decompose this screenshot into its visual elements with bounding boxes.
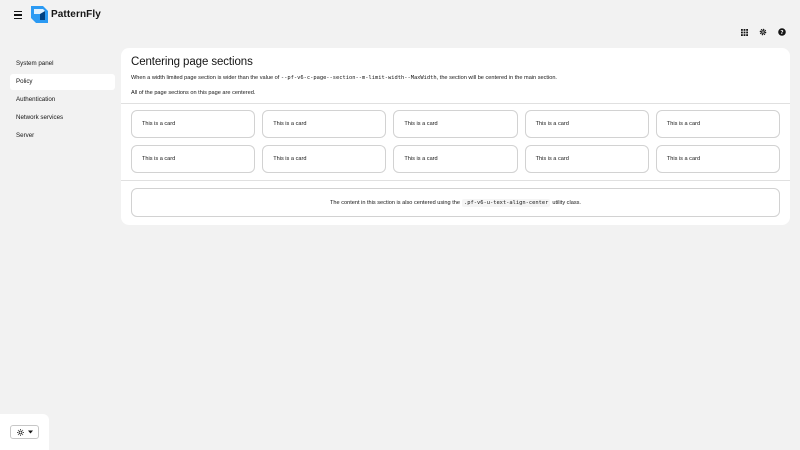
- card: This is a card: [393, 110, 518, 138]
- centered-note: All of the page sections on this page ar…: [131, 90, 256, 96]
- sidebar-item-policy[interactable]: Policy: [10, 74, 115, 90]
- theme-toggle-button[interactable]: [10, 425, 39, 439]
- patternfly-logo-icon: [31, 6, 48, 23]
- sidebar: System panel Policy Authentication Netwo…: [0, 46, 121, 450]
- caret-down-icon: [27, 430, 33, 434]
- card: This is a card: [655, 110, 780, 138]
- centered-text-before: The content in this section is also cent…: [330, 199, 460, 206]
- card: This is a card: [262, 110, 387, 138]
- intro-paragraph: When a width limited page section is wid…: [131, 74, 780, 82]
- centered-text-after: utility class.: [552, 199, 581, 206]
- theme-panel: [0, 414, 49, 450]
- masthead-tools: ?: [740, 28, 786, 36]
- hamburger-menu-icon[interactable]: [12, 9, 24, 21]
- nav-list: System panel Policy Authentication Netwo…: [0, 46, 121, 144]
- max-width-variable: --pf-v6-c-page--section--m-limit-width--…: [280, 75, 437, 81]
- sidebar-item-system-panel[interactable]: System panel: [10, 56, 115, 72]
- grid-icon[interactable]: [740, 28, 748, 36]
- card: This is a card: [131, 145, 256, 173]
- brand-name: PatternFly: [51, 9, 101, 20]
- gear-icon[interactable]: [759, 28, 767, 36]
- card-grid: This is a card This is a card This is a …: [121, 104, 790, 180]
- brand-logo[interactable]: PatternFly: [31, 6, 101, 23]
- masthead: PatternFly ?: [0, 0, 800, 46]
- text-align-class: .pf-v6-u-text-align-center: [461, 198, 551, 207]
- centered-section: The content in this section is also cent…: [121, 181, 790, 225]
- card: This is a card: [524, 110, 649, 138]
- centered-card: The content in this section is also cent…: [131, 188, 780, 217]
- card: This is a card: [655, 145, 780, 173]
- sun-icon: [16, 428, 24, 436]
- page-title: Centering page sections: [131, 56, 253, 68]
- sidebar-item-network-services[interactable]: Network services: [10, 110, 115, 126]
- card: This is a card: [131, 110, 256, 138]
- sidebar-item-server[interactable]: Server: [10, 128, 115, 144]
- svg-text:?: ?: [780, 30, 783, 36]
- card: This is a card: [524, 145, 649, 173]
- intro-text-before: When a width limited page section is wid…: [131, 75, 281, 81]
- help-icon[interactable]: ?: [778, 28, 786, 36]
- card: This is a card: [393, 145, 518, 173]
- intro-section: Centering page sections When a width lim…: [121, 48, 790, 103]
- card: This is a card: [262, 145, 387, 173]
- sidebar-item-authentication[interactable]: Authentication: [10, 92, 115, 108]
- main-section: Centering page sections When a width lim…: [121, 48, 790, 225]
- intro-text-after: , the section will be centered in the ma…: [436, 75, 557, 81]
